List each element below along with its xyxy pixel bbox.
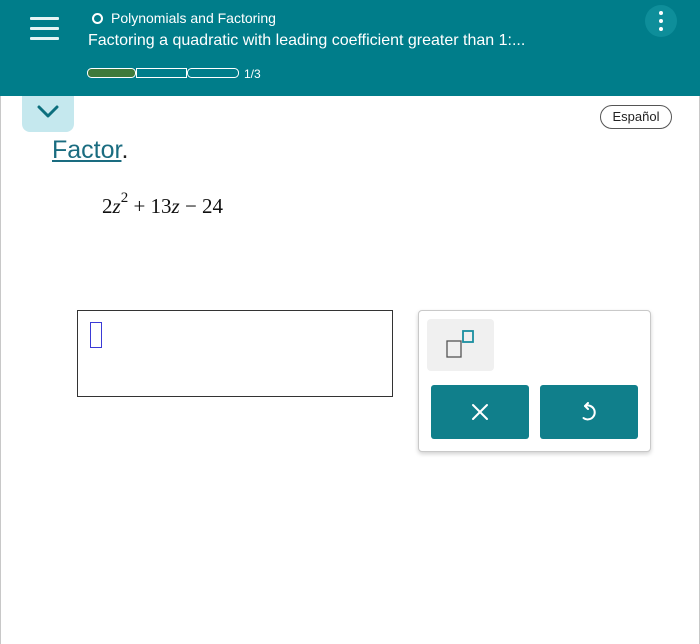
- content-left-border: [0, 96, 1, 644]
- exponent-button[interactable]: [427, 319, 494, 371]
- progress-segment-2: [136, 68, 187, 78]
- progress-bar: [87, 68, 239, 78]
- expr-linear-coefficient: + 13: [128, 194, 172, 218]
- answer-input[interactable]: [77, 310, 393, 397]
- hamburger-icon-line-2: [30, 27, 59, 30]
- header-bar: Polynomials and Factoring Factoring a qu…: [0, 0, 700, 96]
- kebab-icon-dot-3: [659, 27, 663, 31]
- circle-icon: [92, 12, 103, 24]
- instruction-period: .: [121, 136, 129, 164]
- language-button[interactable]: Español: [600, 105, 672, 129]
- clear-button[interactable]: [431, 385, 529, 439]
- collapse-header-button[interactable]: [22, 96, 74, 132]
- expr-variable: z: [112, 194, 121, 218]
- kebab-icon-dot-1: [659, 11, 663, 15]
- undo-icon: [582, 402, 596, 421]
- math-keypad: [418, 310, 651, 452]
- expr-variable-2: z: [171, 194, 180, 218]
- page-subtitle: Factoring a quadratic with leading coeff…: [88, 32, 526, 49]
- input-cursor-box: [90, 322, 102, 348]
- more-options-button[interactable]: [645, 5, 677, 37]
- question-instruction: Factor.: [52, 136, 128, 165]
- undo-button[interactable]: [540, 385, 638, 439]
- close-icon: [472, 404, 488, 420]
- progress-segment-1: [87, 68, 136, 78]
- expr-exponent: 2: [120, 190, 129, 206]
- kebab-icon-dot-2: [659, 19, 663, 23]
- expr-coefficient: 2: [102, 194, 113, 218]
- menu-button[interactable]: [30, 14, 62, 46]
- polynomial-expression: 2z2 + 13z − 24: [102, 190, 224, 219]
- topic-title: Polynomials and Factoring: [111, 10, 276, 26]
- hamburger-icon-line-1: [30, 17, 59, 20]
- progress-label: 1/3: [244, 67, 261, 81]
- exponent-box-icon: [446, 330, 474, 358]
- topic-row: Polynomials and Factoring: [92, 9, 276, 27]
- chevron-down-icon: [37, 105, 59, 118]
- progress-segment-3: [187, 68, 239, 78]
- expr-constant: − 24: [179, 194, 224, 218]
- hamburger-icon-line-3: [30, 37, 59, 40]
- factor-link[interactable]: Factor: [52, 136, 121, 164]
